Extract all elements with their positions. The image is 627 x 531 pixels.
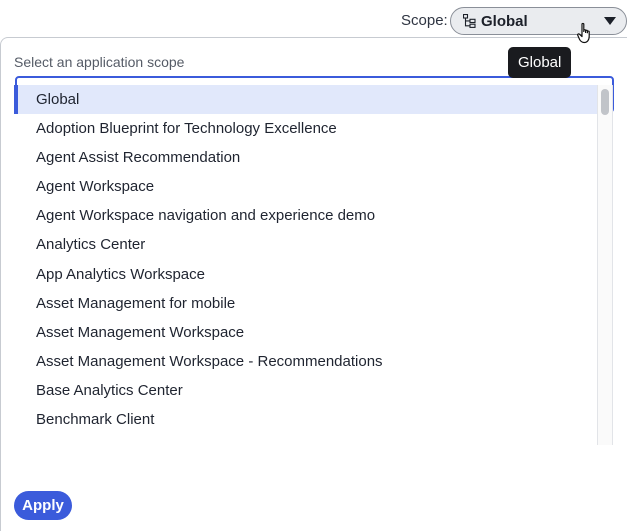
scope-list-item[interactable]: Base Analytics Center (14, 376, 597, 405)
scope-selector-button[interactable]: Global (450, 7, 627, 35)
scrollbar-thumb[interactable] (601, 89, 609, 115)
list-scrollbar[interactable] (597, 85, 613, 445)
scope-list-item[interactable]: Benchmark Client (14, 405, 597, 434)
scope-list-item[interactable]: App Analytics Workspace (14, 260, 597, 289)
scope-list: Global Adoption Blueprint for Technology … (14, 85, 597, 445)
scope-list-item[interactable]: Agent Workspace (14, 172, 597, 201)
panel-heading: Select an application scope (14, 54, 185, 70)
scope-label: Scope: (401, 12, 448, 29)
tree-icon (463, 14, 476, 28)
scope-list-item[interactable]: Asset Management Workspace (14, 318, 597, 347)
scope-selected-value: Global (481, 12, 528, 30)
scope-list-item[interactable]: Agent Workspace navigation and experienc… (14, 201, 597, 230)
caret-down-icon (604, 17, 616, 25)
scope-list-item[interactable]: Adoption Blueprint for Technology Excell… (14, 114, 597, 143)
scope-list-item[interactable]: Asset Management Workspace - Recommendat… (14, 347, 597, 376)
scope-picker-screen: Scope: Global Select an application scop… (0, 0, 627, 531)
scope-list-item[interactable]: Asset Management for mobile (14, 289, 597, 318)
scope-tooltip: Global (508, 47, 572, 78)
hand-pointer-icon (577, 22, 590, 44)
scope-list-item[interactable]: Global (14, 85, 597, 115)
apply-button[interactable]: Apply (14, 491, 72, 520)
scope-list-item[interactable]: Analytics Center (14, 230, 597, 259)
scope-list-item[interactable]: Agent Assist Recommendation (14, 143, 597, 172)
